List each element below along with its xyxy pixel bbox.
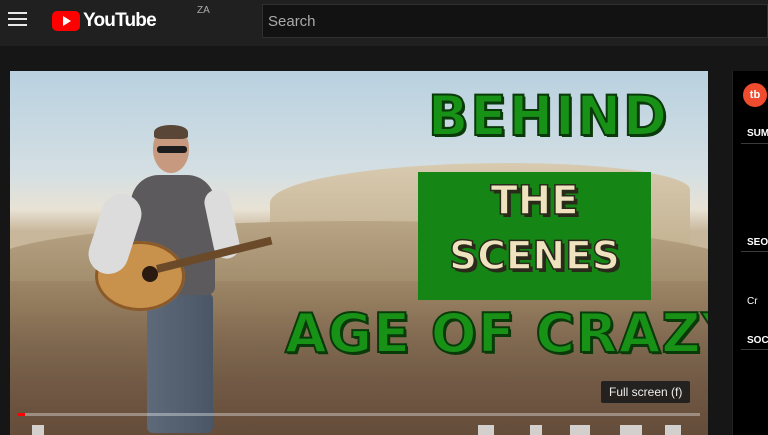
overlay-title-the: THE	[490, 177, 580, 225]
player-controls	[10, 421, 708, 435]
divider	[741, 251, 768, 252]
play-icon[interactable]	[32, 425, 44, 435]
region-code: ZA	[197, 5, 210, 16]
guitarist-figure	[83, 123, 275, 435]
overlay-title-age-of-crazy: AGE OF CRAZY	[284, 301, 708, 366]
side-label-sum: SUM	[747, 128, 768, 139]
side-label-cr: Cr	[747, 296, 758, 307]
tubebuddy-icon[interactable]: tb	[743, 83, 767, 107]
divider	[741, 349, 768, 350]
logo-text: YouTube	[83, 10, 157, 31]
search-box[interactable]	[262, 4, 768, 38]
fullscreen-icon[interactable]	[665, 425, 681, 435]
search-input[interactable]	[263, 5, 753, 37]
hamburger-menu-icon[interactable]	[8, 12, 28, 28]
progress-bar-fill	[18, 413, 25, 416]
subtitles-icon[interactable]	[478, 425, 494, 435]
overlay-title-scenes: SCENES	[448, 233, 620, 280]
side-label-seo: SEO	[747, 237, 768, 248]
video-player[interactable]: BEHIND THE SCENES AGE OF CRAZY Full scre…	[10, 71, 708, 435]
overlay-title-behind: BEHIND	[427, 83, 670, 149]
fullscreen-tooltip: Full screen (f)	[601, 381, 691, 403]
settings-icon[interactable]	[530, 425, 542, 435]
miniplayer-icon[interactable]	[570, 425, 590, 435]
divider	[741, 143, 768, 144]
progress-bar[interactable]	[18, 413, 700, 416]
play-logo-icon	[52, 11, 80, 31]
tubebuddy-side-panel: tb SUM SEO Cr SOC	[732, 71, 768, 435]
overlay-title-box: THE SCENES	[418, 172, 651, 300]
top-bar: YouTube ZA	[0, 0, 768, 46]
theater-mode-icon[interactable]	[620, 425, 642, 435]
side-label-soc: SOC	[747, 335, 768, 346]
